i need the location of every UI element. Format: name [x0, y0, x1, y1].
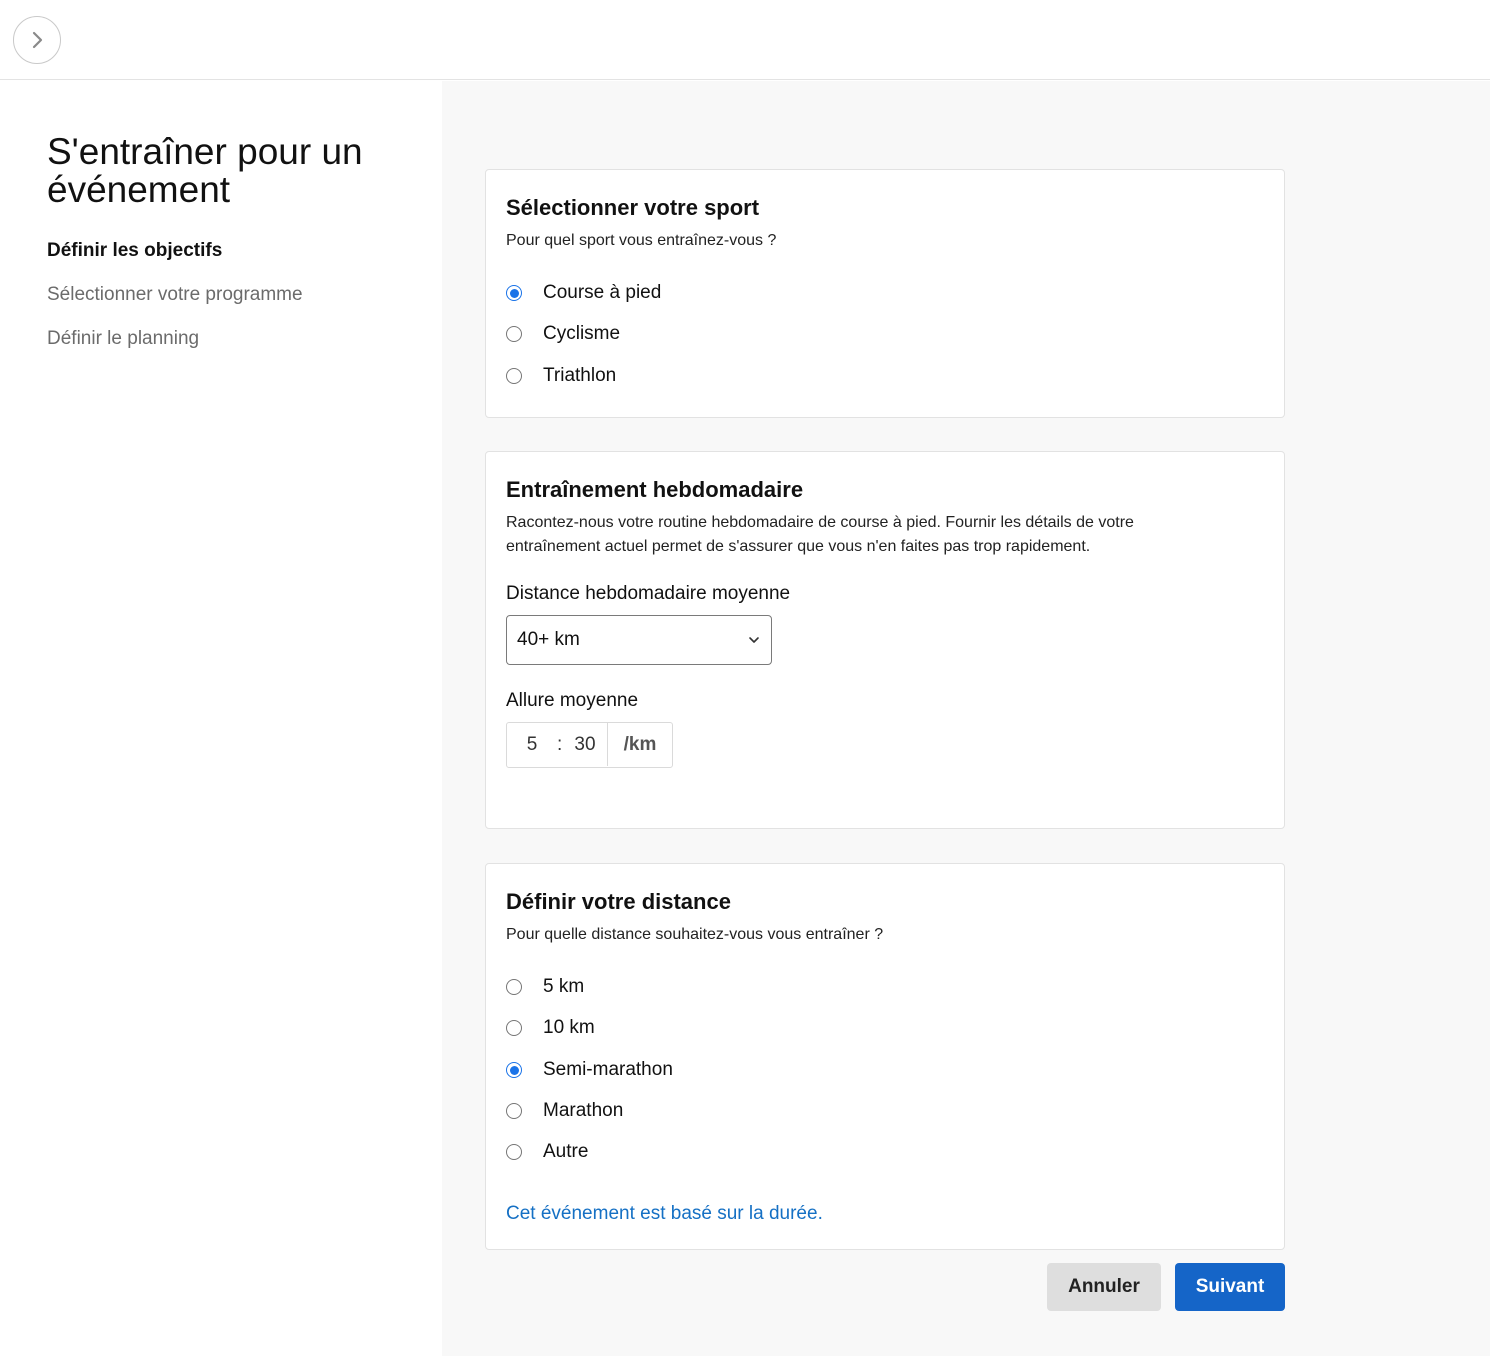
- distance-option-label: 5 km: [543, 976, 585, 997]
- distance-option-label: 10 km: [543, 1017, 595, 1038]
- sport-option-label: Cyclisme: [543, 323, 621, 344]
- sport-option-running[interactable]: Course à pied: [506, 281, 661, 305]
- distance-option-label: Marathon: [543, 1100, 624, 1121]
- radio-checked-icon[interactable]: [506, 285, 522, 301]
- expand-sidebar-button[interactable]: [13, 16, 61, 64]
- sidebar: S'entraîner pour un événement Définir le…: [0, 81, 442, 1356]
- sport-card-question: Pour quel sport vous entraînez-vous ?: [506, 232, 777, 249]
- chevron-down-icon: [749, 637, 759, 643]
- pace-field-label: Allure moyenne: [506, 690, 639, 711]
- pace-minutes-input[interactable]: 5: [507, 734, 557, 756]
- top-bar: [0, 0, 1490, 80]
- sport-option-cycling[interactable]: Cyclisme: [506, 322, 620, 346]
- duration-based-event-link[interactable]: Cet événement est basé sur la durée.: [506, 1202, 823, 1226]
- distance-option-label: Autre: [543, 1141, 589, 1162]
- distance-card-title: Définir votre distance: [506, 889, 731, 914]
- distance-option-label: Semi-marathon: [543, 1059, 673, 1080]
- step-define-schedule[interactable]: Définir le planning: [47, 327, 303, 371]
- radio-checked-icon[interactable]: [506, 1062, 522, 1078]
- radio-unchecked-icon[interactable]: [506, 979, 522, 995]
- main-content: Sélectionner votre sport Pour quel sport…: [442, 81, 1490, 1356]
- weekly-card-description: Racontez-nous votre routine hebdomadaire…: [506, 514, 1134, 555]
- pace-input-group: 5 : 30 /km: [506, 722, 673, 768]
- distance-option-10k[interactable]: 10 km: [506, 1016, 595, 1040]
- step-select-program[interactable]: Sélectionner votre programme: [47, 283, 303, 327]
- weekly-distance-select[interactable]: 40+ km: [506, 615, 772, 665]
- step-define-goals[interactable]: Définir les objectifs: [47, 239, 303, 283]
- distance-card: Définir votre distance Pour quelle dista…: [485, 863, 1285, 1250]
- radio-unchecked-icon[interactable]: [506, 368, 522, 384]
- radio-unchecked-icon[interactable]: [506, 1020, 522, 1036]
- sport-card-title: Sélectionner votre sport: [506, 195, 760, 220]
- pace-seconds-input[interactable]: 30: [561, 734, 609, 756]
- cancel-button[interactable]: Annuler: [1047, 1263, 1161, 1311]
- radio-unchecked-icon[interactable]: [506, 1103, 522, 1119]
- chevron-right-icon: [32, 31, 43, 49]
- radio-unchecked-icon[interactable]: [506, 326, 522, 342]
- weekly-distance-value: 40+ km: [517, 629, 580, 650]
- sport-option-label: Triathlon: [543, 365, 617, 386]
- distance-option-marathon[interactable]: Marathon: [506, 1099, 623, 1123]
- radio-unchecked-icon[interactable]: [506, 1144, 522, 1160]
- distance-field-label: Distance hebdomadaire moyenne: [506, 583, 791, 604]
- weekly-card-title: Entraînement hebdomadaire: [506, 477, 804, 502]
- distance-option-other[interactable]: Autre: [506, 1140, 588, 1164]
- sport-option-label: Course à pied: [543, 282, 662, 303]
- next-button[interactable]: Suivant: [1175, 1263, 1285, 1311]
- sport-card: Sélectionner votre sport Pour quel sport…: [485, 169, 1285, 418]
- sport-option-triathlon[interactable]: Triathlon: [506, 364, 616, 388]
- page-title: S'entraîner pour un événement: [47, 131, 363, 210]
- pace-unit: /km: [607, 723, 672, 766]
- distance-option-5k[interactable]: 5 km: [506, 975, 584, 999]
- distance-option-half-marathon[interactable]: Semi-marathon: [506, 1058, 673, 1082]
- steps-nav: Définir les objectifs Sélectionner votre…: [47, 239, 303, 371]
- distance-card-question: Pour quelle distance souhaitez-vous vous…: [506, 926, 884, 943]
- weekly-training-card: Entraînement hebdomadaire Racontez-nous …: [485, 451, 1285, 829]
